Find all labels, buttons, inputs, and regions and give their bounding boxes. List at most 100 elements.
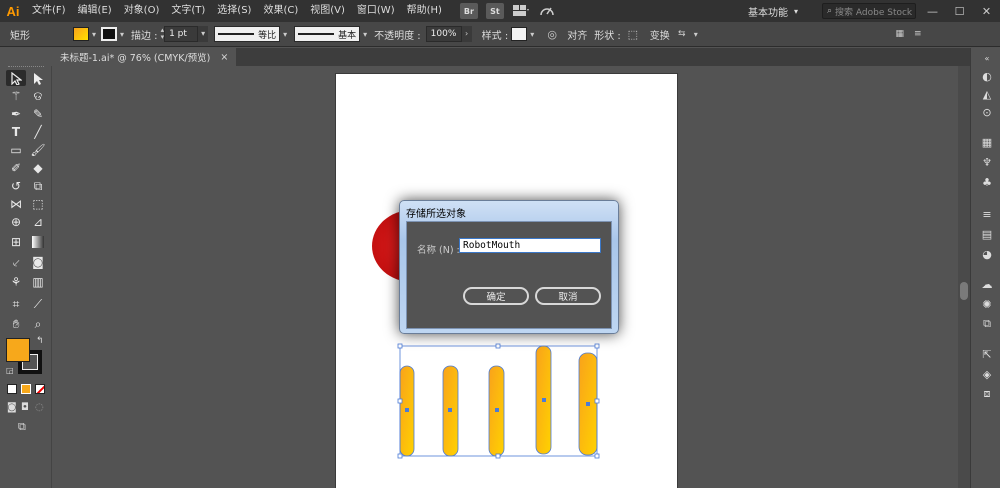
menu-view[interactable]: 视图(V) [304, 0, 351, 22]
draw-normal-icon[interactable]: ◙ [7, 402, 17, 413]
magic-wand-icon[interactable]: ⚚ [6, 88, 26, 104]
direct-selection-icon[interactable] [28, 70, 48, 86]
symbol-sprayer-icon[interactable]: ⚘ [6, 274, 26, 290]
flip-icon[interactable]: ⇆ [673, 25, 691, 43]
free-transform-icon[interactable]: ⬚ [28, 196, 48, 212]
mesh-icon[interactable]: ⊞ [6, 234, 26, 250]
maximize-icon[interactable]: ☐ [946, 0, 973, 22]
arrange-documents-icon[interactable] [508, 2, 534, 20]
close-icon[interactable]: × [220, 52, 228, 63]
lasso-icon[interactable]: ଡ [28, 88, 48, 104]
chevron-down-icon[interactable]: ▾ [360, 30, 370, 39]
scrollbar-thumb[interactable] [960, 282, 968, 300]
rectangle-icon[interactable]: ▭ [6, 142, 26, 158]
collapse-panels-icon[interactable]: « [979, 50, 995, 66]
align-label[interactable]: 对齐 [567, 27, 587, 42]
menu-window[interactable]: 窗口(W) [351, 0, 401, 22]
chevron-right-icon[interactable]: › [461, 26, 472, 42]
bridge-button[interactable]: Br [459, 3, 478, 19]
ok-button[interactable]: 确定 [463, 287, 529, 305]
color-mode-gradient[interactable] [21, 384, 31, 394]
shape-menu-label[interactable]: 形状 : [594, 27, 621, 42]
chevron-down-icon[interactable]: ▾ [117, 30, 127, 39]
workspace-switcher[interactable]: 基本功能 ▾ [748, 3, 798, 19]
menu-object[interactable]: 对象(O) [118, 0, 166, 22]
name-input[interactable]: RobotMouth [459, 238, 601, 253]
opacity-field[interactable]: 100% [425, 26, 462, 42]
chevron-down-icon[interactable]: ▾ [527, 30, 537, 39]
appearance-panel-icon[interactable]: ⊙ [979, 104, 995, 120]
transform-label[interactable]: 变换 [650, 27, 670, 42]
stock-search-input[interactable]: ⌕ 搜索 Adobe Stock [822, 3, 916, 19]
vertical-scrollbar[interactable] [958, 66, 970, 488]
gpu-performance-icon[interactable] [534, 2, 560, 20]
gradient-panel-icon[interactable]: ▤ [979, 226, 995, 242]
chevron-down-icon[interactable]: ▾ [89, 30, 99, 39]
curvature-icon[interactable]: ✎ [28, 106, 48, 122]
menu-help[interactable]: 帮助(H) [401, 0, 448, 22]
eyedropper-icon[interactable]: ⸔ [6, 254, 26, 270]
panel-menu-icon[interactable]: ≡ [909, 25, 927, 43]
symbols-panel-icon[interactable]: ♣ [979, 174, 995, 190]
type-icon[interactable]: T [6, 124, 26, 140]
stock-button[interactable]: St [485, 3, 504, 19]
swap-fill-stroke-icon[interactable]: ↰ [36, 336, 44, 346]
stroke-swatch[interactable] [101, 27, 117, 41]
export-panel-icon[interactable]: ⇱ [979, 346, 995, 362]
paintbrush-icon[interactable]: 🖌︎ [28, 142, 48, 158]
blend-icon[interactable]: ◙ [28, 254, 48, 270]
fill-color-swatch[interactable] [6, 338, 30, 362]
grid-menu-icon[interactable]: ▦ [891, 25, 909, 43]
stroke-panel-icon[interactable]: ≡ [979, 206, 995, 222]
hand-icon[interactable]: ✋︎ [6, 316, 26, 332]
shaper-icon[interactable]: ✐ [6, 160, 26, 176]
screen-mode-icon[interactable]: ⧉ [18, 420, 26, 434]
artboards-panel-icon[interactable]: ⧉ [979, 316, 995, 332]
pen-icon[interactable]: ✒ [6, 106, 26, 122]
chevron-down-icon[interactable]: ▾ [198, 26, 209, 42]
column-graph-icon[interactable]: ▥ [28, 274, 48, 290]
links-panel-icon[interactable]: ⧈ [979, 386, 995, 402]
line-icon[interactable]: ╱ [28, 124, 48, 140]
menu-select[interactable]: 选择(S) [211, 0, 257, 22]
graphic-style-swatch[interactable] [511, 27, 528, 41]
color-mode-solid[interactable] [7, 384, 17, 394]
transparency-panel-icon[interactable]: ◕ [979, 246, 995, 262]
image-trace-icon[interactable]: ✺ [979, 296, 995, 312]
brush-definition[interactable]: 基本 [294, 26, 361, 42]
tab-document[interactable]: 未标题-1.ai* @ 76% (CMYK/预览) × [52, 48, 237, 66]
color-mode-none[interactable] [35, 384, 45, 394]
zoom-icon[interactable]: ⌕ [28, 316, 48, 332]
fill-swatch[interactable] [73, 27, 89, 41]
menu-edit[interactable]: 编辑(E) [72, 0, 118, 22]
shape-builder-icon[interactable]: ⊕ [6, 214, 26, 230]
cancel-button[interactable]: 取消 [535, 287, 601, 305]
rotate-icon[interactable]: ↺ [6, 178, 26, 194]
width-icon[interactable]: ⋈ [6, 196, 26, 212]
cc-libraries-icon[interactable]: ☁ [979, 276, 995, 292]
perspective-icon[interactable]: ⊿ [28, 214, 48, 230]
swatches-panel-icon[interactable]: ▦ [979, 134, 995, 150]
scale-icon[interactable]: ⧉ [28, 178, 48, 194]
chevron-down-icon[interactable]: ▾ [280, 30, 290, 39]
brushes-panel-icon[interactable]: ♆ [979, 154, 995, 170]
minimize-icon[interactable]: — [919, 0, 946, 22]
layers-panel-icon[interactable]: ◈ [979, 366, 995, 382]
artboard-icon[interactable]: ⌗ [6, 296, 26, 312]
variable-width-profile[interactable]: 等比 [214, 26, 281, 42]
color-panel-icon[interactable]: ◐ [979, 68, 995, 84]
gradient-icon[interactable] [28, 234, 48, 250]
menu-effect[interactable]: 效果(C) [257, 0, 304, 22]
bounding-box-icon[interactable]: ⬚ [624, 25, 642, 43]
recolor-artwork-icon[interactable]: ◎ [543, 25, 561, 43]
stroke-weight-field[interactable]: 1 pt [164, 26, 199, 42]
draw-behind-icon[interactable]: ◘ [21, 402, 29, 413]
selection-arrow-icon[interactable] [6, 70, 26, 86]
default-fill-stroke-icon[interactable]: ◲ [6, 366, 14, 375]
eraser-icon[interactable]: ◆ [28, 160, 48, 176]
slice-icon[interactable]: ⟋ [28, 296, 48, 312]
menu-type[interactable]: 文字(T) [165, 0, 211, 22]
draw-inside-icon[interactable]: ◌ [35, 402, 44, 413]
chevron-down-icon[interactable]: ▾ [691, 30, 701, 39]
menu-file[interactable]: 文件(F) [26, 0, 72, 22]
